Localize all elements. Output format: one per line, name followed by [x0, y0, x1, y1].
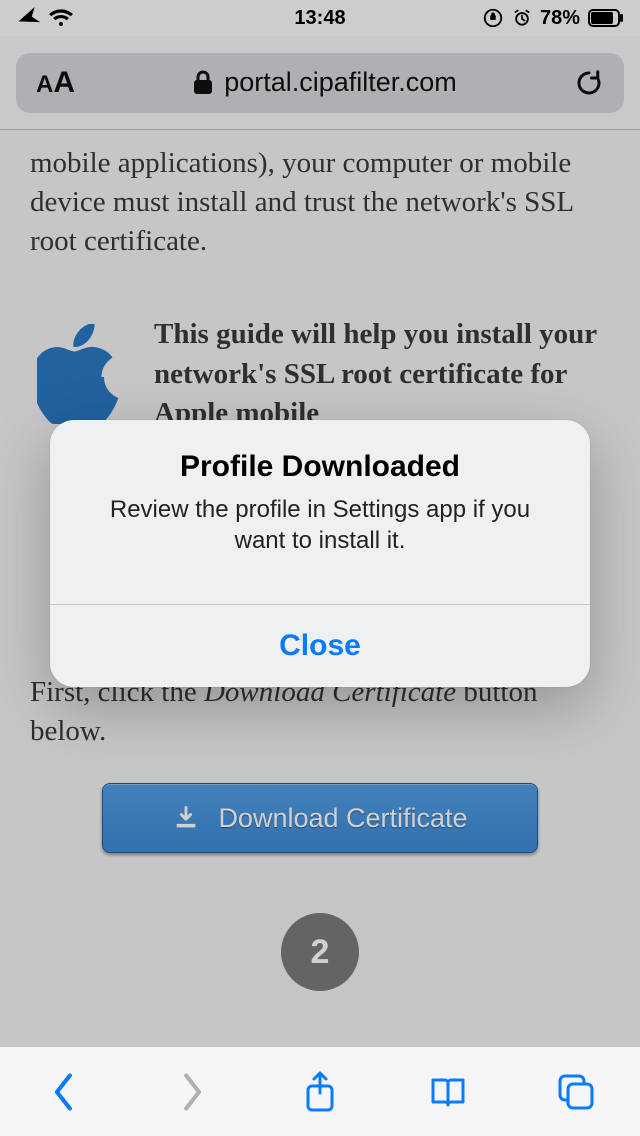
profile-downloaded-alert: Profile Downloaded Review the profile in…: [50, 420, 590, 687]
safari-bottom-toolbar: [0, 1046, 640, 1136]
alert-title: Profile Downloaded: [82, 450, 558, 484]
back-button[interactable]: [36, 1064, 92, 1120]
share-button[interactable]: [292, 1064, 348, 1120]
bookmarks-button[interactable]: [420, 1064, 476, 1120]
tabs-button[interactable]: [548, 1064, 604, 1120]
alert-message: Review the profile in Settings app if yo…: [82, 494, 558, 556]
alert-close-button[interactable]: Close: [50, 605, 590, 687]
forward-button: [164, 1064, 220, 1120]
